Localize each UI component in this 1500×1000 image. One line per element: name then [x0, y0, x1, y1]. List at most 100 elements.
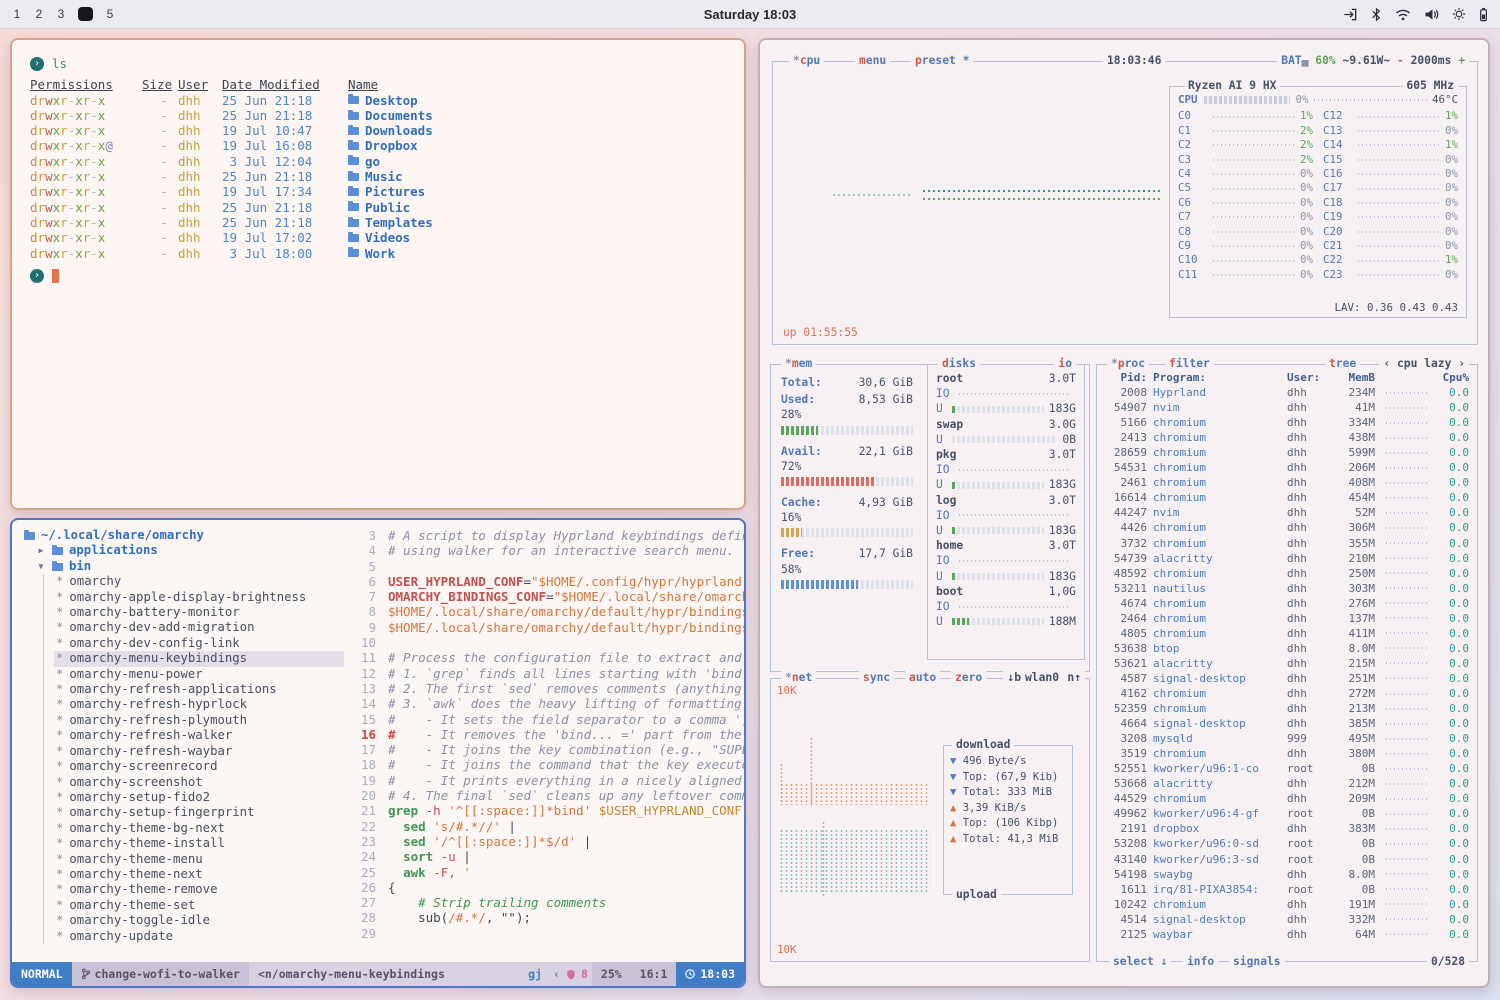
tree-item[interactable]: *omarchy-screenrecord — [54, 759, 344, 774]
process-row[interactable]: 10242chromiumdhh191M0.0 — [1097, 897, 1477, 912]
tree-item[interactable]: *omarchy-setup-fingerprint — [54, 805, 344, 820]
workspace-button[interactable]: 4 — [78, 7, 93, 21]
logout-icon[interactable] — [1343, 7, 1358, 22]
tree-item[interactable]: *omarchy-refresh-waybar — [54, 744, 344, 759]
tree-folder-applications[interactable]: ▸applications — [22, 543, 344, 558]
workspace-button[interactable]: 5 — [105, 7, 115, 21]
process-row[interactable]: 2413chromiumdhh438M0.0 — [1097, 430, 1477, 445]
folder-name[interactable]: Music — [365, 169, 403, 184]
tree-item[interactable]: *omarchy-theme-bg-next — [54, 821, 344, 836]
folder-name[interactable]: Documents — [365, 108, 433, 123]
process-row[interactable]: 4587signal-desktopdhh251M0.0 — [1097, 671, 1477, 686]
process-row[interactable]: 43140kworker/u96:3-sdroot0B0.0 — [1097, 852, 1477, 867]
interval-minus-button[interactable]: - — [1397, 54, 1404, 67]
process-row[interactable]: 4162chromiumdhh272M0.0 — [1097, 686, 1477, 701]
battery-icon[interactable] — [1479, 7, 1488, 22]
wifi-icon[interactable] — [1395, 8, 1411, 21]
folder-name[interactable]: Work — [365, 246, 395, 261]
folder-name[interactable]: Desktop — [365, 93, 418, 108]
process-row[interactable]: 53638btopdhh8.0M0.0 — [1097, 641, 1477, 656]
interval-plus-button[interactable]: + — [1458, 54, 1465, 67]
process-row[interactable]: 44247nvimdhh52M0.0 — [1097, 505, 1477, 520]
disks-io-toggle[interactable]: io — [1054, 357, 1076, 371]
editor-window[interactable]: ~/.local/share/omarchy▸applications▾bin*… — [10, 518, 746, 988]
process-row[interactable]: 49962kworker/u96:4-gfroot0B0.0 — [1097, 806, 1477, 821]
proc-filter-button[interactable]: filter — [1165, 357, 1214, 371]
tree-item[interactable]: *omarchy-screenshot — [54, 775, 344, 790]
net-iface-next[interactable]: n↑ — [1063, 671, 1085, 685]
process-row[interactable]: 3732chromiumdhh355M0.0 — [1097, 536, 1477, 551]
process-row[interactable]: 2191dropboxdhh383M0.0 — [1097, 821, 1477, 836]
net-sync-button[interactable]: sync — [859, 671, 894, 685]
tree-item[interactable]: *omarchy-theme-menu — [54, 852, 344, 867]
tree-item[interactable]: *omarchy-toggle-idle — [54, 913, 344, 928]
tree-item[interactable]: *omarchy-refresh-plymouth — [54, 713, 344, 728]
tree-item[interactable]: *omarchy-refresh-applications — [54, 682, 344, 697]
workspace-button[interactable]: 1 — [12, 7, 22, 21]
tree-item[interactable]: *omarchy-update — [54, 929, 344, 944]
proc-signals-button[interactable]: signals — [1229, 955, 1285, 969]
btop-tab-proc[interactable]: *proc — [1107, 357, 1149, 371]
tree-item[interactable]: *omarchy-menu-keybindings — [54, 651, 344, 666]
tree-item[interactable]: *omarchy-dev-config-link — [54, 636, 344, 651]
btop-window[interactable]: *cpu menu preset * 18:03:46 BAT▄ 60% ~9.… — [758, 38, 1490, 988]
process-row[interactable]: 2008Hyprlanddhh234M0.0 — [1097, 385, 1477, 400]
process-row[interactable]: 3208mysqld999495M0.0 — [1097, 731, 1477, 746]
code-area[interactable]: 3# A script to display Hyprland keybindi… — [344, 520, 744, 962]
tree-item[interactable]: *omarchy-refresh-hyprlock — [54, 697, 344, 712]
process-row[interactable]: 28659chromiumdhh599M0.0 — [1097, 445, 1477, 460]
process-row[interactable]: 16614chromiumdhh454M0.0 — [1097, 490, 1477, 505]
folder-name[interactable]: go — [365, 154, 380, 169]
proc-info-button[interactable]: info — [1183, 955, 1218, 969]
process-row[interactable]: 1611irq/81-PIXA3854:root0B0.0 — [1097, 882, 1477, 897]
process-row[interactable]: 5166chromiumdhh334M0.0 — [1097, 415, 1477, 430]
folder-name[interactable]: Public — [365, 200, 410, 215]
tree-item[interactable]: *omarchy-battery-monitor — [54, 605, 344, 620]
process-row[interactable]: 44529chromiumdhh209M0.0 — [1097, 791, 1477, 806]
btop-tab-cpu[interactable]: *cpu — [789, 54, 824, 68]
proc-sort-nav[interactable]: ‹ cpu lazy › — [1379, 357, 1469, 371]
folder-name[interactable]: Templates — [365, 215, 433, 230]
process-row[interactable]: 53208kworker/u96:0-sdroot0B0.0 — [1097, 836, 1477, 851]
tree-item[interactable]: *omarchy-refresh-walker — [54, 728, 344, 743]
tree-item[interactable]: *omarchy-theme-install — [54, 836, 344, 851]
prompt-line-2[interactable]: › — [30, 269, 726, 283]
process-row[interactable]: 3519chromiumdhh380M0.0 — [1097, 746, 1477, 761]
tree-root[interactable]: ~/.local/share/omarchy — [22, 528, 344, 543]
process-row[interactable]: 53668alacrittydhh212M0.0 — [1097, 776, 1477, 791]
net-auto-button[interactable]: auto — [905, 671, 940, 685]
proc-tree-button[interactable]: tree — [1325, 357, 1360, 371]
btop-tab-disks[interactable]: disks — [938, 357, 980, 371]
tree-folder-bin[interactable]: ▾bin — [22, 559, 344, 574]
process-row[interactable]: 53621alacrittydhh215M0.0 — [1097, 656, 1477, 671]
settings-gear-icon[interactable] — [1452, 7, 1466, 21]
workspace-button[interactable]: 2 — [34, 7, 44, 21]
tree-item[interactable]: *omarchy-theme-remove — [54, 882, 344, 897]
process-row[interactable]: 53211nautilusdhh303M0.0 — [1097, 581, 1477, 596]
btop-menu-button[interactable]: menu — [855, 54, 890, 68]
process-row[interactable]: 4426chromiumdhh306M0.0 — [1097, 520, 1477, 535]
process-row[interactable]: 2125waybardhh64M0.0 — [1097, 927, 1477, 942]
bluetooth-icon[interactable] — [1371, 7, 1382, 22]
folder-name[interactable]: Downloads — [365, 123, 433, 138]
folder-name[interactable]: Videos — [365, 230, 410, 245]
process-row[interactable]: 52359chromiumdhh213M0.0 — [1097, 701, 1477, 716]
folder-name[interactable]: Dropbox — [365, 138, 418, 153]
process-row[interactable]: 4674chromiumdhh276M0.0 — [1097, 596, 1477, 611]
workspace-button[interactable]: 3 — [56, 7, 66, 21]
process-row[interactable]: 52551kworker/u96:1-coroot0B0.0 — [1097, 761, 1477, 776]
process-row[interactable]: 54198swaybgdhh8.0M0.0 — [1097, 867, 1477, 882]
process-row[interactable]: 2464chromiumdhh137M0.0 — [1097, 611, 1477, 626]
tree-item[interactable]: *omarchy-theme-set — [54, 898, 344, 913]
tree-item[interactable]: *omarchy-dev-add-migration — [54, 620, 344, 635]
process-row[interactable]: 4664signal-desktopdhh385M0.0 — [1097, 716, 1477, 731]
folder-name[interactable]: Pictures — [365, 184, 425, 199]
tree-item[interactable]: *omarchy — [54, 574, 344, 589]
tree-item[interactable]: *omarchy-setup-fido2 — [54, 790, 344, 805]
terminal-window[interactable]: › ls Permissions Size User Date Modified… — [10, 38, 746, 510]
process-row[interactable]: 4805chromiumdhh411M0.0 — [1097, 626, 1477, 641]
process-row[interactable]: 54907nvimdhh41M0.0 — [1097, 400, 1477, 415]
volume-icon[interactable] — [1424, 8, 1439, 21]
process-row[interactable]: 2461chromiumdhh408M0.0 — [1097, 475, 1477, 490]
process-row[interactable]: 48592chromiumdhh250M0.0 — [1097, 566, 1477, 581]
